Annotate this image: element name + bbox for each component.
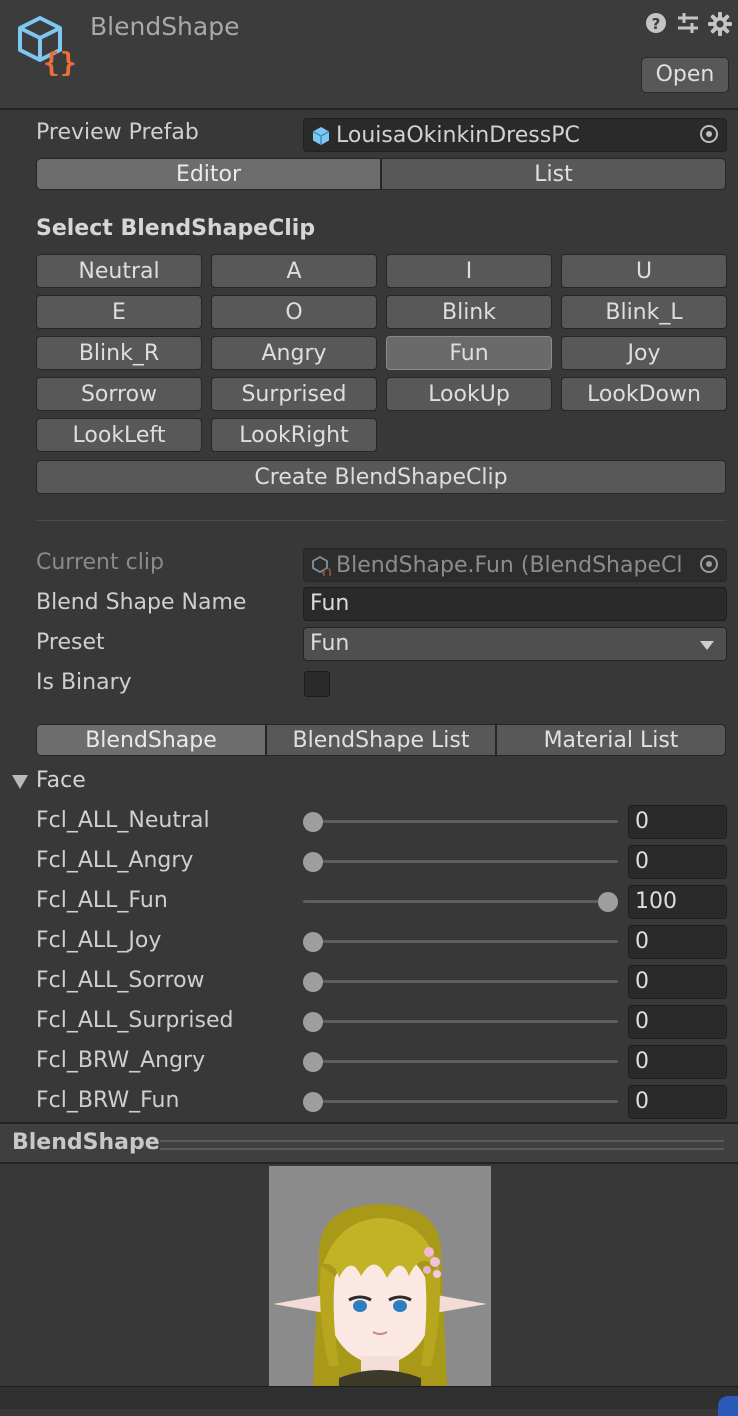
shape-label: Fcl_ALL_Neutral [36,808,210,833]
shape-label: Fcl_BRW_Fun [36,1088,180,1113]
shape-label: Fcl_ALL_Sorrow [36,968,205,993]
shape-slider-track[interactable] [303,900,618,903]
clip-button-lookdown[interactable]: LookDown [561,377,727,411]
shape-slider-knob[interactable] [303,1012,323,1032]
status-strip [0,1386,738,1409]
clip-button-blink-l[interactable]: Blink_L [561,295,727,329]
create-blendshapeclip-button[interactable]: Create BlendShapeClip [36,460,726,494]
clip-button-i[interactable]: I [386,254,552,288]
current-clip-label: Current clip [36,550,164,575]
shape-slider-track[interactable] [303,1060,618,1063]
avatar-preview-image[interactable] [269,1166,491,1386]
blend-shape-name-input[interactable]: Fun [303,587,727,621]
preset-sliders-icon[interactable] [674,12,702,40]
divider [36,520,726,521]
clip-button-lookright[interactable]: LookRight [211,418,377,452]
shape-label: Fcl_BRW_Angry [36,1048,206,1073]
shape-slider-knob[interactable] [303,1052,323,1072]
blendshape-asset-icon: {} [16,14,78,79]
clip-button-neutral[interactable]: Neutral [36,254,202,288]
shape-value-field[interactable]: 0 [628,965,727,999]
shape-value-field[interactable]: 0 [628,845,727,879]
shape-slider-track[interactable] [303,820,618,823]
clip-button-o[interactable]: O [211,295,377,329]
select-clip-title: Select BlendShapeClip [36,216,316,241]
gear-icon[interactable] [706,12,734,40]
open-button[interactable]: Open [641,57,729,93]
clip-button-a[interactable]: A [211,254,377,288]
shape-value-field[interactable]: 0 [628,1005,727,1039]
shape-slider-knob[interactable] [303,812,323,832]
current-clip-value: BlendShape.Fun (BlendShapeCl [336,553,683,578]
is-binary-checkbox[interactable] [304,671,330,697]
chevron-down-icon [700,641,714,650]
shape-label: Fcl_ALL_Angry [36,848,194,873]
tab-list[interactable]: List [381,158,726,190]
preview-prefab-label: Preview Prefab [36,120,199,145]
svg-text:{}: {} [321,568,331,576]
shape-slider-knob[interactable] [303,932,323,952]
clip-button-blink[interactable]: Blink [386,295,552,329]
tab-material-list[interactable]: Material List [496,724,726,756]
preview-prefab-value: LouisaOkinkinDressPC [336,123,580,148]
shape-value-field[interactable]: 0 [628,1085,727,1119]
object-picker-icon[interactable] [700,125,718,143]
clip-button-e[interactable]: E [36,295,202,329]
clip-button-fun[interactable]: Fun [386,336,552,370]
shape-value-field[interactable]: 0 [628,1045,727,1079]
clip-button-blink-r[interactable]: Blink_R [36,336,202,370]
shape-slider-knob[interactable] [598,892,618,912]
shape-slider-track[interactable] [303,940,618,943]
shape-label: Fcl_ALL_Joy [36,928,162,953]
preset-label: Preset [36,630,105,655]
prefab-icon [311,126,331,152]
shape-slider-track[interactable] [303,1100,618,1103]
shape-value-field[interactable]: 0 [628,925,727,959]
shape-slider-track[interactable] [303,1020,618,1023]
preview-prefab-field[interactable]: LouisaOkinkinDressPC [303,118,727,152]
shape-value-field[interactable]: 0 [628,805,727,839]
shape-label: Fcl_ALL_Surprised [36,1008,234,1033]
asset-title: BlendShape [90,12,240,41]
clip-button-lookup[interactable]: LookUp [386,377,552,411]
preset-dropdown[interactable]: Fun [303,627,727,661]
mode-tabs: Editor List [36,158,726,190]
clip-button-u[interactable]: U [561,254,727,288]
shape-slider-knob[interactable] [303,972,323,992]
shape-slider-track[interactable] [303,980,618,983]
clip-button-sorrow[interactable]: Sorrow [36,377,202,411]
notification-badge-icon [718,1396,738,1416]
clip-button-surprised[interactable]: Surprised [211,377,377,411]
tab-editor[interactable]: Editor [36,158,381,190]
svg-text:{}: {} [43,46,77,76]
face-foldout-label[interactable]: Face [36,768,86,793]
tab-blendshape-list[interactable]: BlendShape List [266,724,496,756]
shape-slider-track[interactable] [303,860,618,863]
foldout-arrow-icon[interactable] [12,775,28,789]
current-clip-field: {} BlendShape.Fun (BlendShapeCl [303,548,727,582]
object-picker-icon [700,555,718,573]
preview-title: BlendShape [12,1130,160,1155]
is-binary-label: Is Binary [36,670,132,695]
detail-tabs: BlendShape BlendShape List Material List [36,724,726,756]
shape-slider-knob[interactable] [303,852,323,872]
clip-button-joy[interactable]: Joy [561,336,727,370]
resize-grip[interactable] [160,1140,724,1150]
clip-button-angry[interactable]: Angry [211,336,377,370]
svg-text:?: ? [652,15,661,33]
blend-shape-name-label: Blend Shape Name [36,590,247,615]
help-icon[interactable]: ? [642,12,670,40]
clip-button-lookleft[interactable]: LookLeft [36,418,202,452]
shape-value-field[interactable]: 100 [628,885,727,919]
tab-blendshape[interactable]: BlendShape [36,724,266,756]
shape-label: Fcl_ALL_Fun [36,888,168,913]
clip-button-grid: Neutral A I U E O Blink Blink_L Blink_R … [36,254,727,452]
blendshape-clip-icon: {} [311,555,333,582]
shape-slider-knob[interactable] [303,1092,323,1112]
preset-value: Fun [310,631,350,656]
